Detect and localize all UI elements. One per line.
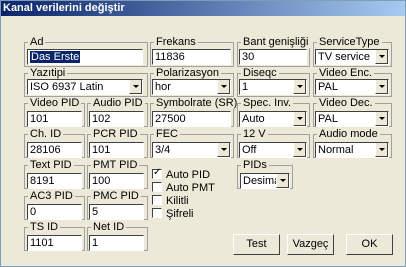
label-12v: 12 V [241,128,268,140]
label-specinv: Spec. Inv. [241,97,294,109]
chevron-down-icon[interactable] [293,80,306,94]
label-servicetype: ServiceType [317,36,382,48]
chid-field[interactable]: 28106 [27,142,82,158]
pmtpid-field[interactable]: 100 [89,173,144,189]
chevron-down-icon[interactable] [293,143,306,157]
chevron-down-icon[interactable] [129,80,142,94]
title-bar: Kanal verilerini değiştir [1,1,405,16]
dialog-window: Kanal verilerini değiştir Ad Das Erste F… [0,0,406,267]
label-textpid: Text PID [28,159,74,171]
label-ad: Ad [28,36,46,48]
checkbox-icon[interactable] [152,182,162,192]
label-ac3pid: AC3 PID [28,190,75,202]
checkbox-autopid[interactable]: Auto PID [152,167,210,181]
12v-select[interactable]: Off [239,142,307,158]
frekans-field[interactable]: 11836 [152,49,231,65]
cancel-button[interactable]: Vazgeç [287,234,334,255]
videoenc-select[interactable]: PAL [315,79,389,95]
specinv-select[interactable]: Auto [239,111,307,127]
label-pmcpid: PMC PID [91,190,141,202]
label-videopid: Video PID [28,97,82,109]
chevron-down-icon[interactable] [375,50,388,64]
chevron-down-icon[interactable] [375,112,388,126]
videopid-field[interactable]: 101 [27,111,82,127]
label-polarizasyon: Polarizasyon [154,67,221,79]
checkbox-icon[interactable] [152,195,162,205]
servicetype-select[interactable]: TV service [315,49,389,65]
yazitipi-select[interactable]: ISO 6937 Latin [27,79,143,95]
pmcpid-field[interactable]: 5 [89,204,144,220]
test-button[interactable]: Test [233,234,280,255]
ac3pid-field[interactable]: 0 [27,204,82,220]
pids-select[interactable]: Desimal [240,173,290,189]
chevron-down-icon[interactable] [217,143,230,157]
label-audiomode: Audio mode [317,128,380,140]
chevron-down-icon[interactable] [276,174,289,188]
label-fec: FEC [154,128,180,140]
checkbox-kilitli[interactable]: Kilitli [152,195,189,207]
netid-field[interactable]: 1 [89,235,144,251]
label-pcrpid: PCR PID [91,128,140,140]
label-chid: Ch. ID [28,128,64,140]
checkbox-sifreli[interactable]: Şifreli [152,208,194,220]
pcrpid-field[interactable]: 101 [89,142,144,158]
bant-field[interactable]: 30 [239,49,307,65]
label-videoenc: Video Enc. [317,67,375,79]
diseqc-select[interactable]: 1 [239,79,307,95]
ad-field[interactable]: Das Erste [27,49,143,65]
videodec-select[interactable]: PAL [315,111,389,127]
label-frekans: Frekans [154,36,198,48]
fec-select[interactable]: 3/4 [152,142,231,158]
label-symbolrate: Symbolrate (SR) [154,97,240,109]
ok-button[interactable]: OK [346,234,393,255]
audiopid-field[interactable]: 102 [89,111,144,127]
checkbox-icon[interactable] [152,208,162,218]
checkbox-autopmt[interactable]: Auto PMT [152,182,215,194]
chevron-down-icon[interactable] [217,80,230,94]
symbolrate-field[interactable]: 27500 [152,111,231,127]
textpid-field[interactable]: 8191 [27,173,82,189]
label-pids: PIDs [241,159,269,171]
label-pmtpid: PMT PID [91,159,140,171]
label-bant: Bant genişliği [241,36,311,48]
chevron-down-icon[interactable] [293,112,306,126]
chevron-down-icon[interactable] [375,80,388,94]
label-tsid: TS ID [28,221,61,233]
polarizasyon-select[interactable]: hor [152,79,231,95]
label-videodec: Video Dec. [317,97,375,109]
label-audiopid: Audio PID [91,97,145,109]
label-yazitipi: Yazıtipi [28,67,68,79]
checkbox-checked-icon[interactable] [152,167,162,179]
window-title: Kanal verilerini değiştir [3,2,125,14]
tsid-field[interactable]: 1101 [27,235,82,251]
label-diseqc: Diseqc [241,67,279,79]
label-netid: Net ID [91,221,127,233]
audiomode-select[interactable]: Normal [315,142,389,158]
chevron-down-icon[interactable] [375,143,388,157]
